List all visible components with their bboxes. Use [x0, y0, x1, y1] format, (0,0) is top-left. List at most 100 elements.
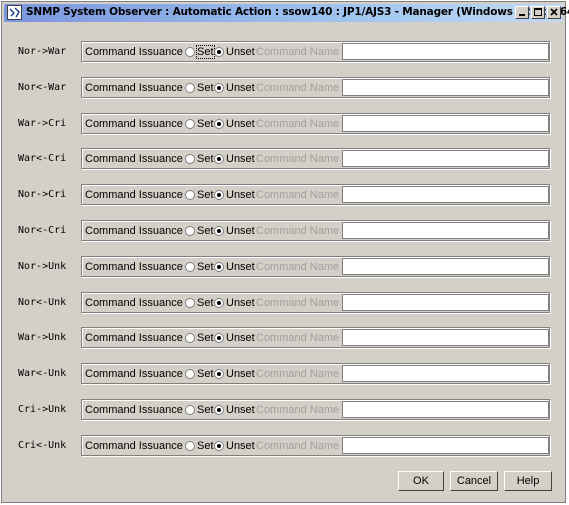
- unset-radio-label[interactable]: Unset: [226, 189, 255, 201]
- unset-radio-label[interactable]: Unset: [226, 332, 255, 344]
- set-radio[interactable]: [185, 83, 195, 93]
- set-radio[interactable]: [185, 405, 195, 415]
- set-radio-label[interactable]: Set: [197, 225, 214, 237]
- command-issuance-group: Command Issuance Set Unset Command Name: [81, 256, 550, 277]
- command-name-input[interactable]: [342, 43, 549, 60]
- set-radio[interactable]: [185, 226, 195, 236]
- set-radio-label[interactable]: Set: [196, 45, 215, 59]
- set-radio-label[interactable]: Set: [197, 153, 214, 165]
- command-name-input[interactable]: [342, 79, 549, 96]
- set-radio[interactable]: [185, 369, 195, 379]
- command-issuance-group: Command Issuance Set Unset Command Name: [81, 184, 550, 205]
- command-issuance-label: Command Issuance: [85, 440, 183, 452]
- command-issuance-group: Command Issuance Set Unset Command Name: [81, 327, 550, 348]
- unset-radio[interactable]: [214, 119, 224, 129]
- transition-label: Cri<-Unk: [18, 440, 67, 451]
- unset-radio-label[interactable]: Unset: [226, 153, 255, 165]
- command-issuance-group: Command Issuance Set Unset Command Name: [81, 148, 550, 169]
- set-radio-label[interactable]: Set: [197, 297, 214, 309]
- set-radio[interactable]: [185, 333, 195, 343]
- unset-radio-label[interactable]: Unset: [226, 118, 255, 130]
- command-issuance-group: Command Issuance Set Unset Command Name: [81, 292, 550, 313]
- close-button[interactable]: [547, 6, 561, 19]
- command-issuance-group: Command Issuance Set Unset Command Name: [81, 363, 550, 384]
- command-issuance-label: Command Issuance: [85, 404, 183, 416]
- command-name-label: Command Name: [256, 261, 340, 273]
- command-issuance-label: Command Issuance: [85, 261, 183, 273]
- command-name-label: Command Name: [256, 297, 340, 309]
- transition-label: Cri->Unk: [18, 404, 67, 415]
- command-name-input[interactable]: [342, 150, 549, 167]
- unset-radio-label[interactable]: Unset: [226, 404, 255, 416]
- command-name-label: Command Name: [256, 440, 340, 452]
- unset-radio-label[interactable]: Unset: [226, 297, 255, 309]
- set-radio[interactable]: [185, 154, 195, 164]
- transition-label: Nor<-War: [18, 82, 67, 93]
- transition-label: Nor->Cri: [18, 189, 67, 200]
- transition-label: Nor->Unk: [18, 261, 67, 272]
- command-name-input[interactable]: [342, 294, 549, 311]
- unset-radio-label[interactable]: Unset: [226, 46, 255, 58]
- unset-radio[interactable]: [214, 83, 224, 93]
- command-name-label: Command Name: [256, 118, 340, 130]
- transition-label: War->Unk: [18, 332, 67, 343]
- command-name-input[interactable]: [342, 115, 549, 132]
- command-issuance-group: Command Issuance Set Unset Command Name: [81, 435, 550, 456]
- unset-radio[interactable]: [214, 262, 224, 272]
- unset-radio[interactable]: [214, 333, 224, 343]
- set-radio-label[interactable]: Set: [197, 82, 214, 94]
- set-radio[interactable]: [185, 298, 195, 308]
- transition-label: War<-Cri: [18, 153, 67, 164]
- command-issuance-group: Command Issuance Set Unset Command Name: [81, 77, 550, 98]
- unset-radio[interactable]: [214, 298, 224, 308]
- set-radio-label[interactable]: Set: [197, 261, 214, 273]
- set-radio-label[interactable]: Set: [197, 118, 214, 130]
- command-issuance-label: Command Issuance: [85, 118, 183, 130]
- command-issuance-group: Command Issuance Set Unset Command Name: [81, 41, 550, 62]
- command-name-input[interactable]: [342, 329, 549, 346]
- set-radio[interactable]: [185, 262, 195, 272]
- command-name-input[interactable]: [342, 222, 549, 239]
- maximize-button[interactable]: [531, 6, 545, 19]
- command-name-label: Command Name: [256, 46, 340, 58]
- set-radio-label[interactable]: Set: [197, 368, 214, 380]
- set-radio-label[interactable]: Set: [197, 332, 214, 344]
- unset-radio[interactable]: [214, 154, 224, 164]
- maximize-icon: [534, 8, 542, 16]
- unset-radio[interactable]: [214, 441, 224, 451]
- set-radio[interactable]: [185, 119, 195, 129]
- minimize-button[interactable]: [515, 6, 529, 19]
- set-radio-label[interactable]: Set: [197, 189, 214, 201]
- unset-radio-label[interactable]: Unset: [226, 82, 255, 94]
- window-title: SNMP System Observer : Automatic Action …: [26, 6, 569, 18]
- unset-radio[interactable]: [214, 190, 224, 200]
- command-issuance-label: Command Issuance: [85, 189, 183, 201]
- set-radio[interactable]: [185, 190, 195, 200]
- ok-button[interactable]: OK: [398, 471, 444, 491]
- unset-radio-label[interactable]: Unset: [226, 440, 255, 452]
- command-name-input[interactable]: [342, 365, 549, 382]
- help-button[interactable]: Help: [504, 471, 552, 491]
- unset-radio[interactable]: [214, 47, 224, 57]
- command-issuance-group: Command Issuance Set Unset Command Name: [81, 113, 550, 134]
- transition-label: Nor->War: [18, 46, 67, 57]
- unset-radio[interactable]: [214, 369, 224, 379]
- set-radio-label[interactable]: Set: [197, 404, 214, 416]
- unset-radio-label[interactable]: Unset: [226, 225, 255, 237]
- command-name-input[interactable]: [342, 437, 549, 454]
- set-radio[interactable]: [185, 441, 195, 451]
- minimize-icon: [519, 14, 525, 16]
- unset-radio-label[interactable]: Unset: [226, 261, 255, 273]
- unset-radio[interactable]: [214, 405, 224, 415]
- command-issuance-label: Command Issuance: [85, 368, 183, 380]
- command-name-input[interactable]: [342, 258, 549, 275]
- set-radio[interactable]: [185, 47, 195, 57]
- set-radio-label[interactable]: Set: [197, 440, 214, 452]
- command-name-input[interactable]: [342, 401, 549, 418]
- command-issuance-label: Command Issuance: [85, 225, 183, 237]
- title-bar[interactable]: SNMP System Observer : Automatic Action …: [4, 4, 569, 22]
- command-name-input[interactable]: [342, 186, 549, 203]
- cancel-button[interactable]: Cancel: [450, 471, 498, 491]
- unset-radio[interactable]: [214, 226, 224, 236]
- unset-radio-label[interactable]: Unset: [226, 368, 255, 380]
